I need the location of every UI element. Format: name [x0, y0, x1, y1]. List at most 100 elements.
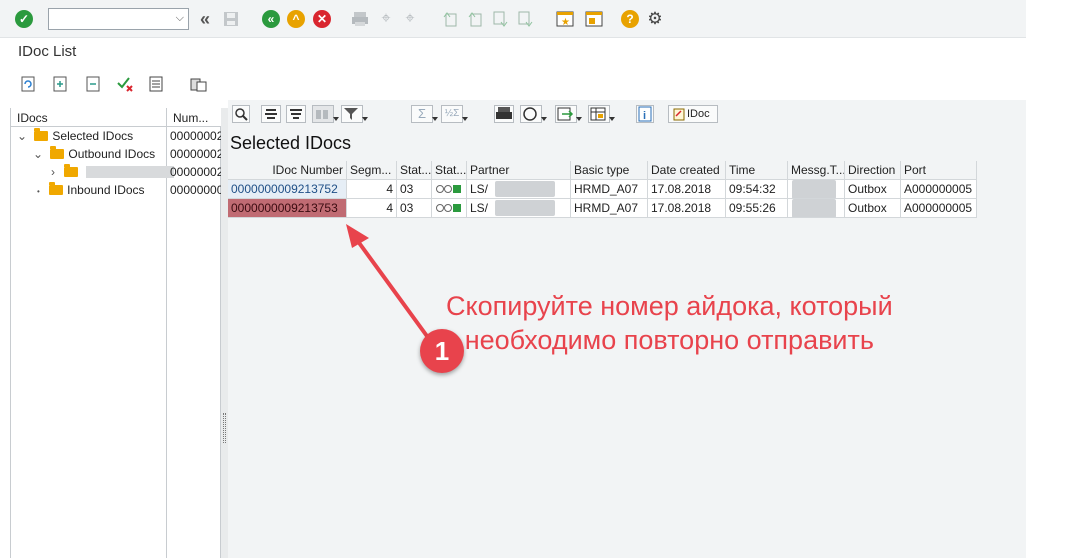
grid-title: Selected IDocs: [230, 133, 352, 153]
back-arrows-icon[interactable]: «: [196, 9, 214, 29]
status-light-icon: [436, 185, 461, 193]
time-cell: 09:55:26: [726, 199, 788, 218]
message-type-cell: [788, 199, 845, 218]
details-icon[interactable]: [232, 105, 250, 123]
info-icon[interactable]: i: [636, 105, 654, 123]
tree-node-partner[interactable]: ›: [51, 163, 174, 181]
annotation-text: Скопируйте номер айдока, который необход…: [446, 289, 893, 357]
exit-icon[interactable]: ^: [287, 10, 305, 28]
prev-page-icon[interactable]: [466, 10, 484, 28]
tree-num: 000000023: [170, 165, 222, 179]
refresh-icon[interactable]: [19, 75, 37, 93]
bullet-icon: •: [37, 187, 40, 196]
sum-icon[interactable]: Σ: [411, 105, 438, 123]
expand-arrow-icon[interactable]: ⌄: [33, 147, 43, 161]
partner-text: LS/: [470, 201, 489, 215]
col-segments[interactable]: Segm...: [347, 161, 397, 180]
col-direction[interactable]: Direction: [845, 161, 901, 180]
new-session-icon[interactable]: ★: [556, 10, 574, 28]
col-time[interactable]: Time: [726, 161, 788, 180]
tree-num: 000000023: [170, 129, 222, 143]
status-cell: 03: [397, 199, 432, 218]
direction-cell: Outbox: [845, 199, 901, 218]
col-date-created[interactable]: Date created: [648, 161, 726, 180]
annotation-line-2: необходимо повторно отправить: [464, 325, 874, 355]
next-page-icon[interactable]: [491, 10, 509, 28]
tree-header-num[interactable]: Num...: [173, 111, 208, 125]
idoc-number-cell[interactable]: 0000000009213753: [228, 199, 347, 218]
check-icon[interactable]: ✓: [15, 10, 33, 28]
views-icon[interactable]: [520, 105, 547, 123]
col-basic-type[interactable]: Basic type: [571, 161, 648, 180]
find-icon[interactable]: [312, 105, 339, 123]
direction-cell: Outbox: [845, 180, 901, 199]
pane-splitter[interactable]: [221, 108, 228, 558]
tree-num: 000000023: [170, 147, 222, 161]
svg-text:★: ★: [561, 17, 570, 28]
save-icon[interactable]: [222, 10, 240, 28]
col-port[interactable]: Port: [901, 161, 977, 180]
redacted-partner: [495, 200, 555, 216]
sort-descending-icon[interactable]: [286, 105, 306, 123]
collapse-icon[interactable]: [84, 75, 102, 93]
cancel-icon[interactable]: ✕: [313, 10, 331, 28]
first-page-icon[interactable]: [441, 10, 459, 28]
filter-icon[interactable]: [341, 105, 368, 123]
segments-cell: 4: [347, 180, 397, 199]
chevron-down-icon[interactable]: ⌵: [176, 12, 184, 25]
tree-header-idocs[interactable]: IDocs: [17, 111, 48, 125]
redacted-message-type: [792, 180, 836, 198]
status-light-cell: [432, 180, 467, 199]
tree-label: Inbound IDocs: [67, 183, 145, 197]
status-cell: 03: [397, 180, 432, 199]
find-icon[interactable]: ⌖: [377, 10, 395, 28]
status-light-cell: [432, 199, 467, 218]
col-status[interactable]: Stat...: [397, 161, 432, 180]
col-message-type[interactable]: Messg.T...: [788, 161, 845, 180]
idoc-number-cell[interactable]: 0000000009213752: [228, 180, 347, 199]
help-icon[interactable]: ?: [621, 10, 639, 28]
process-icon[interactable]: [116, 75, 134, 93]
redacted-partner: [495, 181, 555, 197]
segments-cell: 4: [347, 199, 397, 218]
database-icon[interactable]: [189, 75, 207, 93]
folder-icon: [50, 146, 65, 159]
date-cell: 17.08.2018: [648, 180, 726, 199]
system-toolbar: ✓ ⌵ « « ^ ✕ ⌖ ⌖ ★ ? ⚙: [0, 0, 1026, 38]
date-cell: 17.08.2018: [648, 199, 726, 218]
subtotal-icon[interactable]: ½Σ: [441, 105, 468, 123]
find-next-icon[interactable]: ⌖: [401, 10, 419, 28]
basic-type-cell: HRMD_A07: [571, 180, 648, 199]
tree-label: Selected IDocs: [52, 129, 134, 143]
idoc-display-button[interactable]: IDoc: [668, 105, 718, 123]
back-icon[interactable]: «: [262, 10, 280, 28]
partner-text: LS/: [470, 182, 489, 196]
expand-arrow-icon[interactable]: ›: [51, 165, 55, 179]
print-icon[interactable]: [351, 10, 369, 28]
svg-text:i: i: [643, 110, 646, 122]
partner-cell: LS/: [467, 199, 571, 218]
settings-icon[interactable]: ⚙: [646, 9, 664, 28]
tree-node-outbound-idocs[interactable]: ⌄ Outbound IDocs: [33, 145, 155, 163]
splitter-grip-icon[interactable]: [223, 413, 226, 443]
status-light-icon: [436, 204, 461, 212]
expand-icon[interactable]: [51, 75, 69, 93]
shortcut-icon[interactable]: [585, 10, 603, 28]
export-icon[interactable]: [555, 105, 582, 123]
expand-arrow-icon[interactable]: ⌄: [17, 129, 27, 143]
annotation-line-1: Скопируйте номер айдока, который: [446, 291, 893, 321]
document-icon[interactable]: [147, 75, 165, 93]
tree-node-selected-idocs[interactable]: ⌄ Selected IDocs: [17, 127, 133, 145]
command-field[interactable]: ⌵: [48, 8, 189, 30]
col-status-icon[interactable]: Stat...: [432, 161, 467, 180]
tree-node-inbound-idocs[interactable]: • Inbound IDocs: [37, 181, 145, 199]
last-page-icon[interactable]: [516, 10, 534, 28]
col-partner[interactable]: Partner: [467, 161, 571, 180]
col-idoc-number[interactable]: IDoc Number: [228, 161, 347, 180]
page-title: IDoc List: [18, 43, 77, 60]
tree-num: 000000000: [170, 183, 222, 197]
sort-ascending-icon[interactable]: [261, 105, 281, 123]
layout-icon[interactable]: [588, 105, 615, 123]
time-cell: 09:54:32: [726, 180, 788, 199]
print-preview-icon[interactable]: [494, 105, 514, 123]
